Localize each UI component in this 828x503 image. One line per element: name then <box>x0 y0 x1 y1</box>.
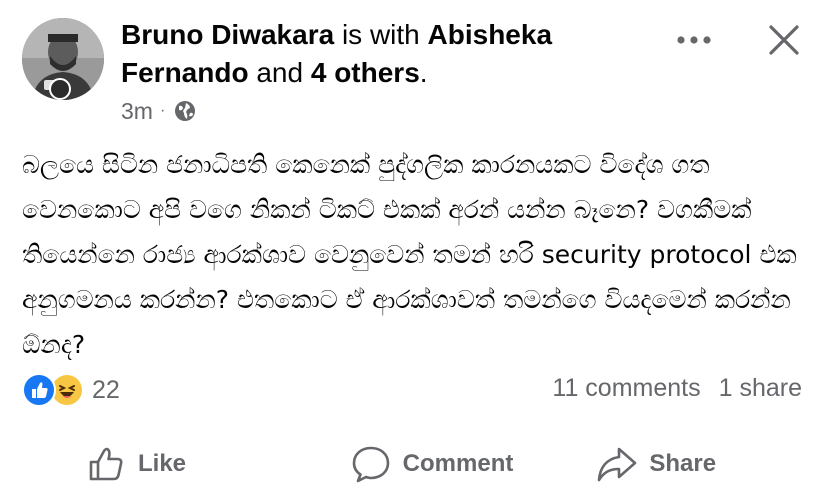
more-options-button[interactable] <box>672 18 716 62</box>
share-button[interactable]: Share <box>547 436 828 492</box>
like-reaction-icon <box>22 373 56 407</box>
comment-label: Comment <box>402 450 514 477</box>
post-timestamp[interactable]: 3m <box>121 98 153 125</box>
post-action-bar: Like Comment Share <box>0 436 828 492</box>
post-header-title: Bruno Diwakara is with Abisheka Fernando… <box>121 16 631 92</box>
author-name[interactable]: Bruno Diwakara <box>121 19 334 50</box>
profile-frame-badge-icon <box>49 78 71 100</box>
shares-count-link[interactable]: 1 share <box>719 374 802 403</box>
and-connector: and <box>256 57 304 88</box>
more-horizontal-icon <box>677 36 711 44</box>
meta-separator: · <box>159 102 166 119</box>
thumbs-up-icon <box>89 447 123 481</box>
with-connector: is with <box>341 19 420 50</box>
tagged-others[interactable]: 4 others <box>311 57 420 88</box>
share-label: Share <box>649 450 717 477</box>
post-meta: 3m · <box>121 96 197 126</box>
close-icon <box>769 25 799 55</box>
engagement-counts: 11 comments 1 share <box>552 374 802 403</box>
close-button[interactable] <box>760 16 808 64</box>
comment-button[interactable]: Comment <box>317 436 548 492</box>
post-text: බලයෙ සිටින ජනාධිපති කෙනෙක් පුද්ගලික කාරන… <box>22 150 797 359</box>
post-card: Bruno Diwakara is with Abisheka Fernando… <box>0 0 828 503</box>
comments-count-link[interactable]: 11 comments <box>552 374 700 403</box>
like-label: Like <box>138 450 187 477</box>
reactions-summary[interactable]: 22 <box>22 372 120 408</box>
comment-bubble-icon <box>352 446 389 483</box>
globe-icon[interactable] <box>173 99 197 123</box>
like-button[interactable]: Like <box>0 436 317 492</box>
share-arrow-icon <box>598 447 637 482</box>
title-period: . <box>419 57 428 88</box>
reaction-count: 22 <box>92 375 120 404</box>
